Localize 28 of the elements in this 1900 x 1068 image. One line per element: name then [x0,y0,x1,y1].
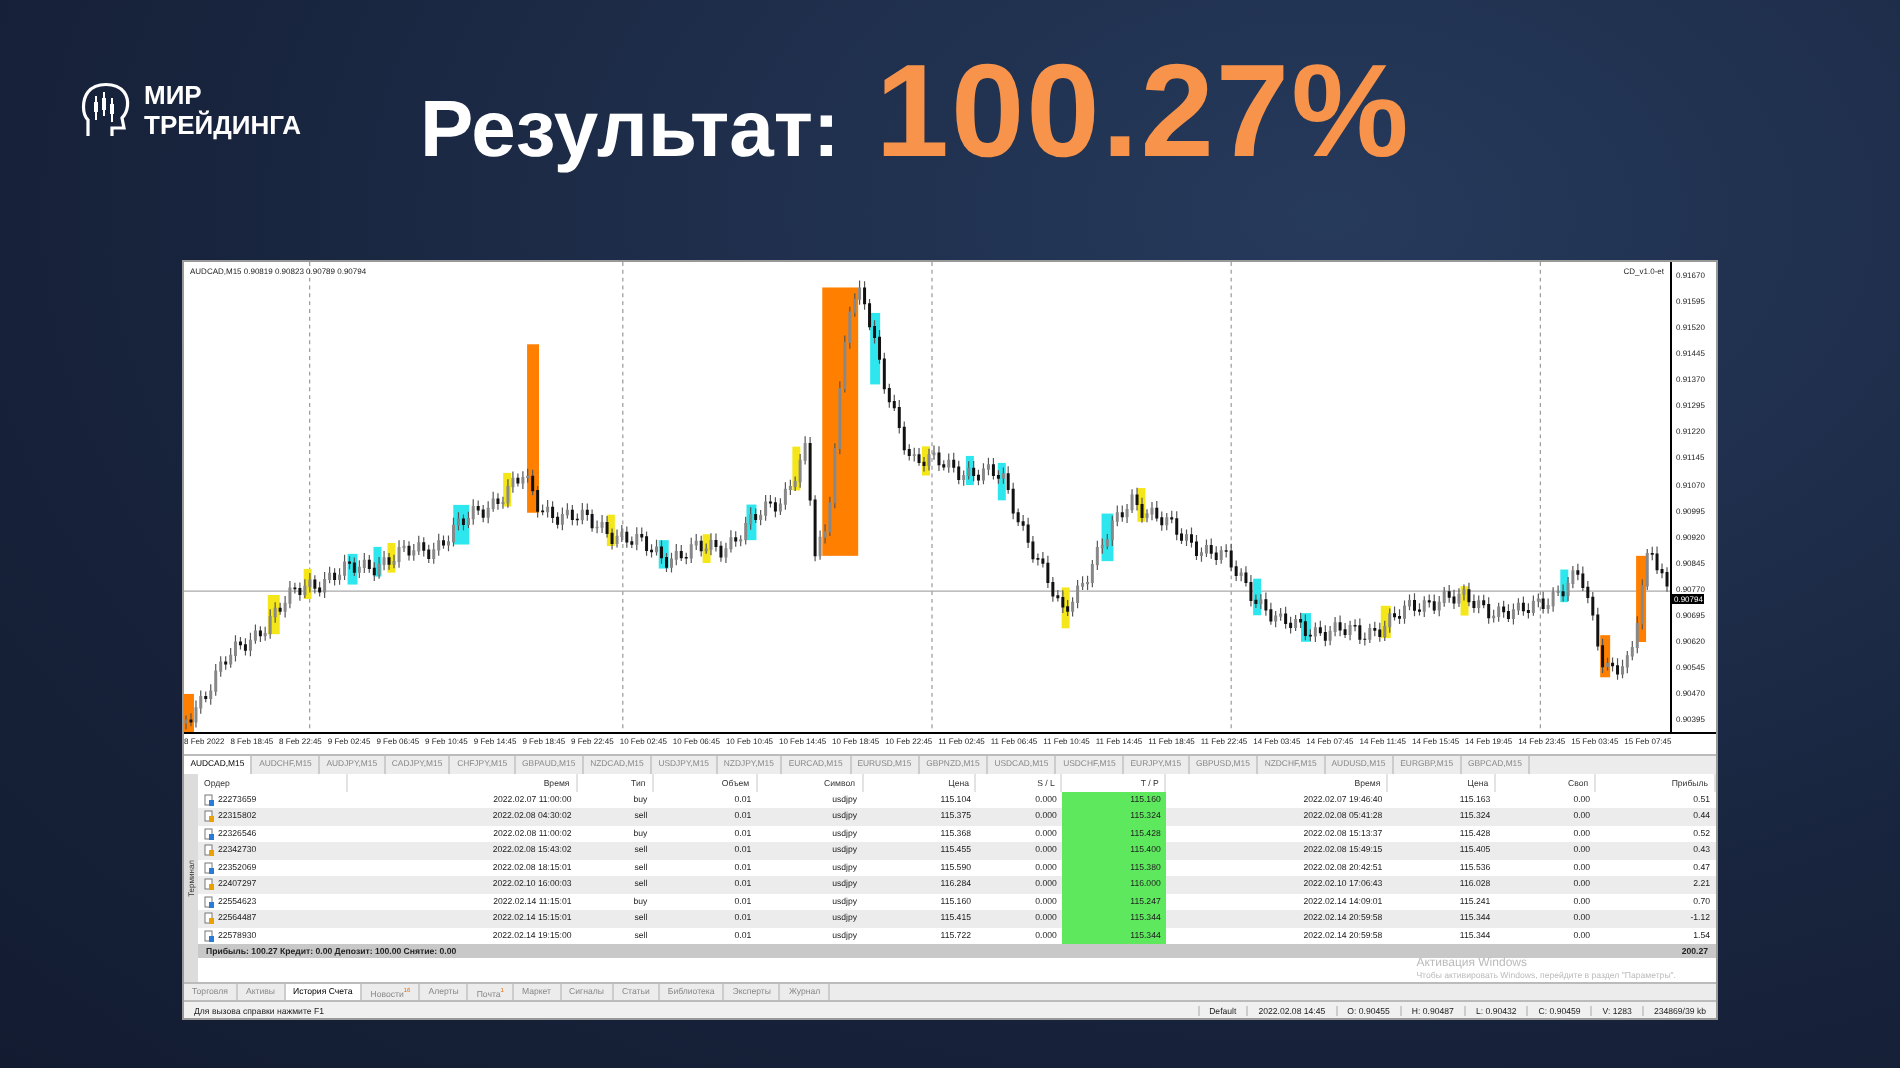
signal-zone [1137,488,1146,522]
signal-zone [792,446,801,491]
signal-zone [922,446,930,476]
head-candles-logo-icon [80,80,132,140]
signal-zone [1380,605,1391,639]
signal-zone [303,568,312,599]
signal-zone [1253,578,1262,616]
signal-zone [1061,587,1070,629]
signal-zone [1460,586,1469,616]
signal-zone [1560,569,1569,603]
signal-zone [373,546,382,577]
signal-zone [997,462,1006,501]
brand-logo-text: МИР ТРЕЙДИНГА [144,80,302,140]
signal-zone [1600,635,1611,678]
signal-zone [347,553,358,585]
signal-zone [1636,555,1647,642]
signal-zone [702,534,711,563]
result-value: 100.27% [875,34,1411,186]
signal-zone [503,472,512,507]
signal-zone [184,693,194,733]
signal-zone [965,455,974,486]
signal-zone [606,514,615,547]
signal-zone [387,542,396,573]
signal-zone [870,312,881,385]
headline-label: Результат: [420,86,840,176]
signal-zone [746,504,757,541]
signal-zone [1301,613,1311,642]
signal-zone [658,540,669,569]
